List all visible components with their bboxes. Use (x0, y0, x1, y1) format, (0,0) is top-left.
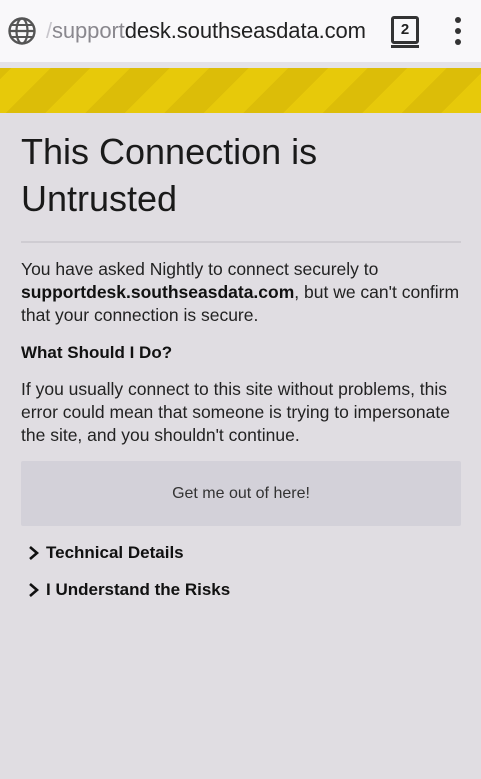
tabs-button[interactable]: 2 (388, 14, 422, 48)
more-vert-icon[interactable] (448, 15, 470, 47)
get-me-out-button[interactable]: Get me out of here! (21, 461, 461, 526)
intro-text: You have asked Nightly to connect secure… (21, 258, 461, 327)
advice-text: If you usually connect to this site with… (21, 379, 450, 445)
globe-icon[interactable] (7, 16, 37, 46)
understand-risks-toggle[interactable]: I Understand the Risks (21, 578, 461, 602)
intro-before: You have asked Nightly to connect secure… (21, 259, 379, 279)
browser-toolbar: /supportdesk.southseasdata.com 2 (0, 0, 481, 62)
url-prefix: support (52, 18, 125, 43)
technical-details-label: Technical Details (46, 543, 184, 562)
warning-stripe (0, 68, 481, 113)
error-content: This Connection is Untrusted You have as… (21, 113, 461, 602)
what-should-i-do-heading: What Should I Do? (21, 343, 173, 362)
understand-risks-label: I Understand the Risks (46, 580, 231, 599)
chevron-right-icon (29, 583, 39, 597)
title-divider (21, 241, 461, 243)
tab-count: 2 (391, 16, 419, 44)
url-domain: desk.southseasdata.com (124, 18, 366, 43)
page-title: This Connection is Untrusted (21, 131, 318, 219)
chevron-right-icon (29, 546, 39, 560)
technical-details-toggle[interactable]: Technical Details (21, 541, 461, 565)
tabs-icon (391, 45, 419, 48)
url-bar[interactable]: /supportdesk.southseasdata.com (46, 16, 366, 46)
intro-host: supportdesk.southseasdata.com (21, 282, 295, 302)
